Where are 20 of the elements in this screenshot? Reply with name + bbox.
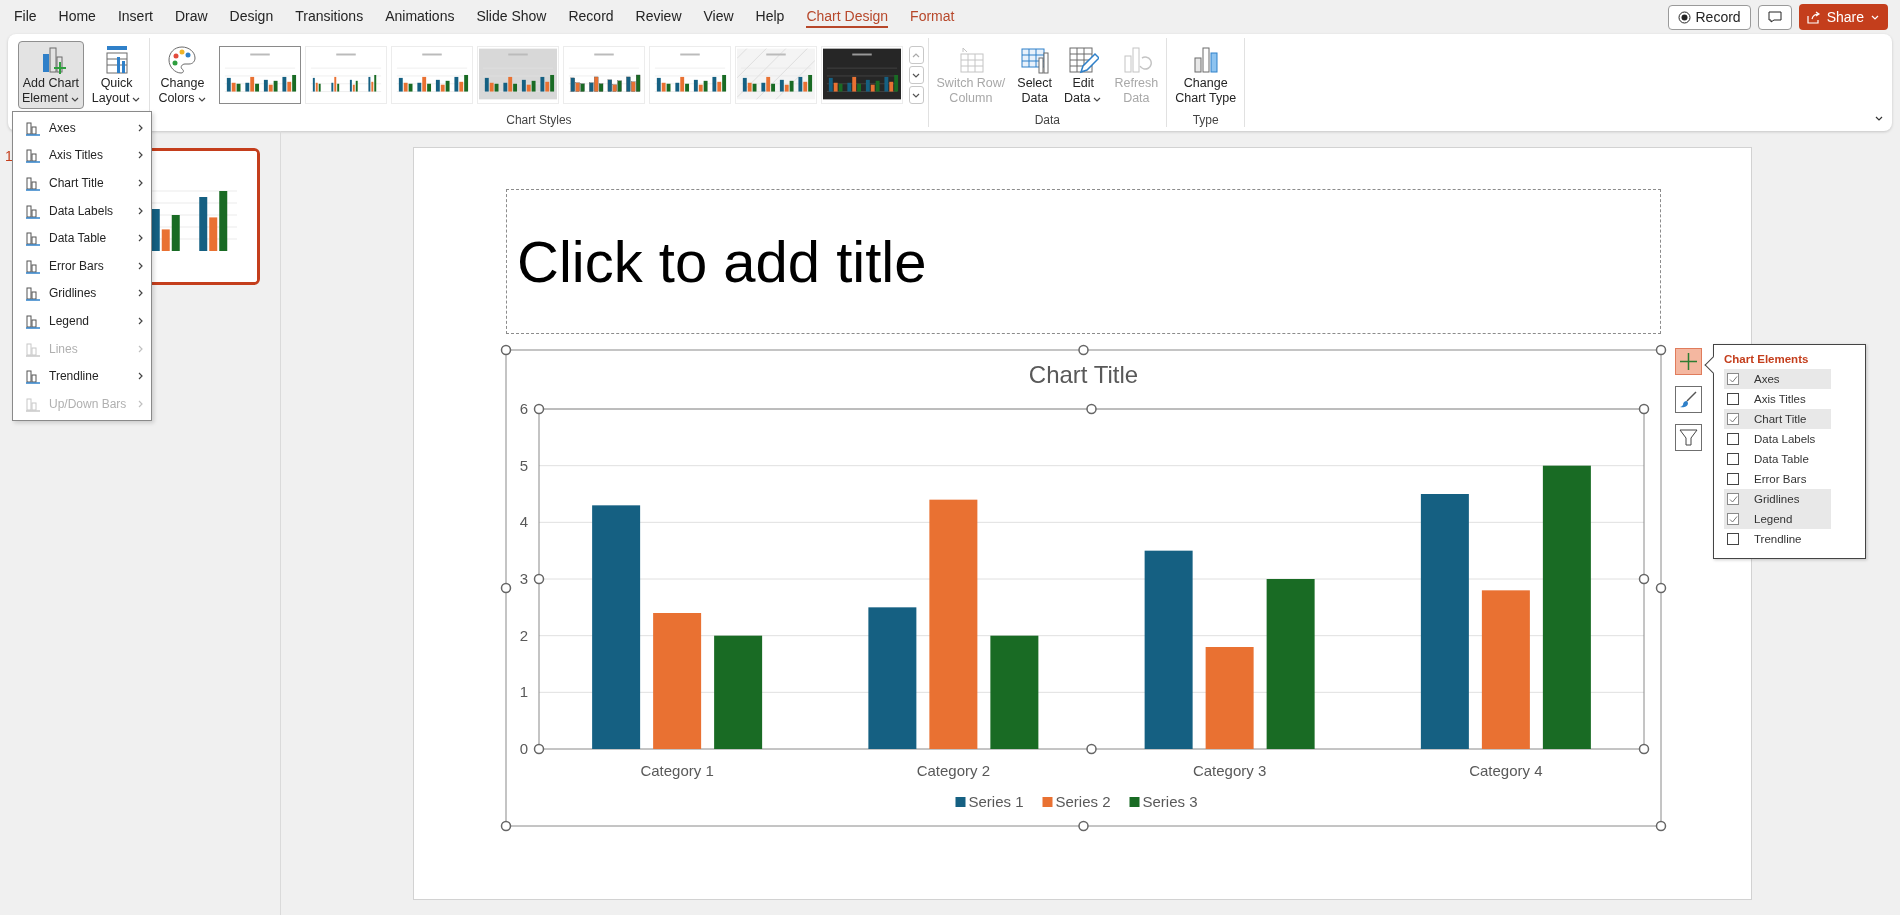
axis-tick-label: 3 — [519, 570, 529, 587]
group-label: Chart Styles — [505, 113, 573, 127]
legend-label: Series 1 — [968, 793, 1024, 810]
axis-tick-label: 4 — [519, 513, 529, 531]
axis-tick-label: 6 — [519, 400, 529, 417]
category-label: Category 2 — [916, 762, 991, 779]
group-label: Data — [1033, 113, 1062, 127]
chart-title: Chart Title — [1028, 361, 1139, 388]
group-label: Type — [1191, 113, 1220, 127]
axis-tick-label: 0 — [519, 740, 529, 757]
panel-title: Chart Elements — [1724, 353, 1810, 365]
category-label: Category 4 — [1469, 762, 1543, 779]
category-label: Category 3 — [1192, 762, 1267, 779]
axis-tick-label: 2 — [519, 626, 529, 644]
legend-label: Series 2 — [1055, 793, 1111, 810]
axis-tick-label: 1 — [519, 683, 529, 701]
axis-tick-label: 5 — [519, 456, 529, 474]
slide-number: 1 — [5, 148, 14, 164]
category-label: Category 1 — [640, 762, 714, 779]
legend-label: Series 3 — [1142, 793, 1198, 810]
